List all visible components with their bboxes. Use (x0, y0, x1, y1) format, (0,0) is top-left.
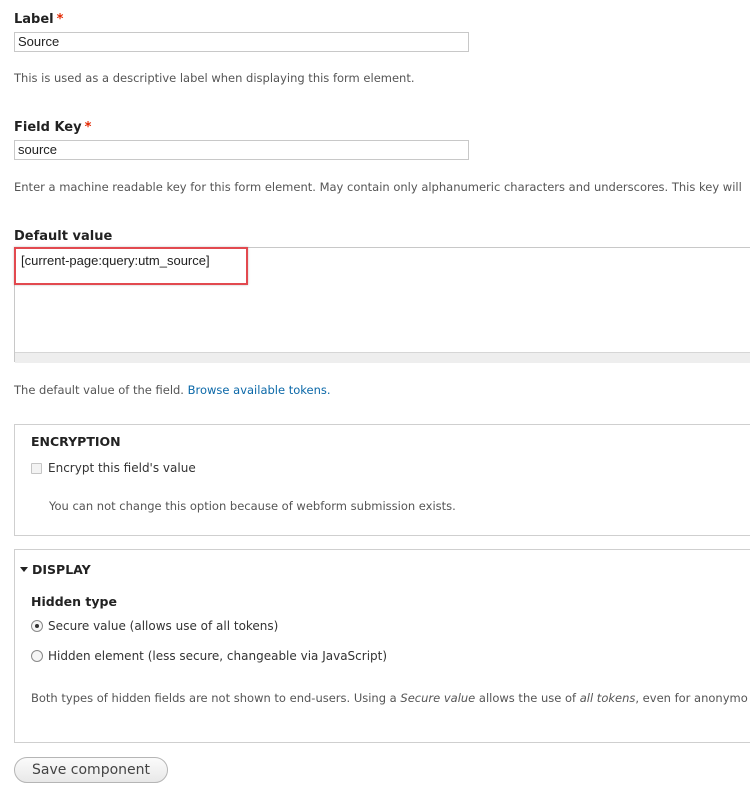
field-key-description: Enter a machine readable key for this fo… (14, 180, 742, 194)
save-component-button[interactable]: Save component (14, 757, 168, 783)
display-legend: DISPLAY (32, 562, 91, 577)
radio-hidden-element-label: Hidden element (less secure, changeable … (48, 649, 388, 663)
radio-hidden-element[interactable] (31, 650, 43, 662)
required-marker: * (56, 12, 64, 27)
radio-selected-dot (35, 624, 39, 628)
triangle-down-icon (20, 567, 28, 572)
radio-secure-value[interactable] (31, 620, 43, 632)
note-em-secure-value: Secure value (400, 691, 476, 705)
default-value-description: The default value of the field. Browse a… (14, 383, 331, 397)
label-field-label: Label * (14, 12, 63, 27)
field-key-label-text: Field Key (14, 120, 82, 135)
label-input[interactable]: Source (14, 32, 469, 52)
hidden-type-label: Hidden type (31, 594, 117, 609)
note-part-1: Both types of hidden fields are not show… (31, 691, 401, 705)
note-part-2: allows the use of (475, 691, 580, 705)
default-value-label: Default value (14, 229, 113, 244)
required-marker: * (84, 120, 92, 135)
encrypt-checkbox-label: Encrypt this field's value (48, 461, 196, 475)
encrypt-checkbox[interactable] (31, 463, 42, 474)
textarea-resize-grip[interactable] (15, 352, 750, 363)
display-fieldset: DISPLAY Hidden type Secure value (allows… (14, 549, 750, 743)
encryption-note: You can not change this option because o… (49, 499, 456, 513)
note-part-3: , even for anonymo (635, 691, 748, 705)
radio-secure-value-label: Secure value (allows use of all tokens) (48, 619, 279, 633)
label-field-label-text: Label (14, 12, 54, 27)
note-em-all-tokens: all tokens (579, 691, 636, 705)
hidden-type-note: Both types of hidden fields are not show… (31, 691, 748, 705)
label-field-description: This is used as a descriptive label when… (14, 71, 415, 85)
highlight-box (14, 247, 248, 285)
browse-tokens-link[interactable]: Browse available tokens. (188, 383, 331, 397)
display-legend-toggle[interactable]: DISPLAY (20, 559, 91, 578)
default-value-description-text: The default value of the field. (14, 383, 184, 397)
encryption-legend: ENCRYPTION (31, 434, 121, 449)
encryption-fieldset: ENCRYPTION Encrypt this field's value Yo… (14, 424, 750, 536)
field-key-label: Field Key * (14, 120, 91, 135)
field-key-input[interactable]: source (14, 140, 469, 160)
